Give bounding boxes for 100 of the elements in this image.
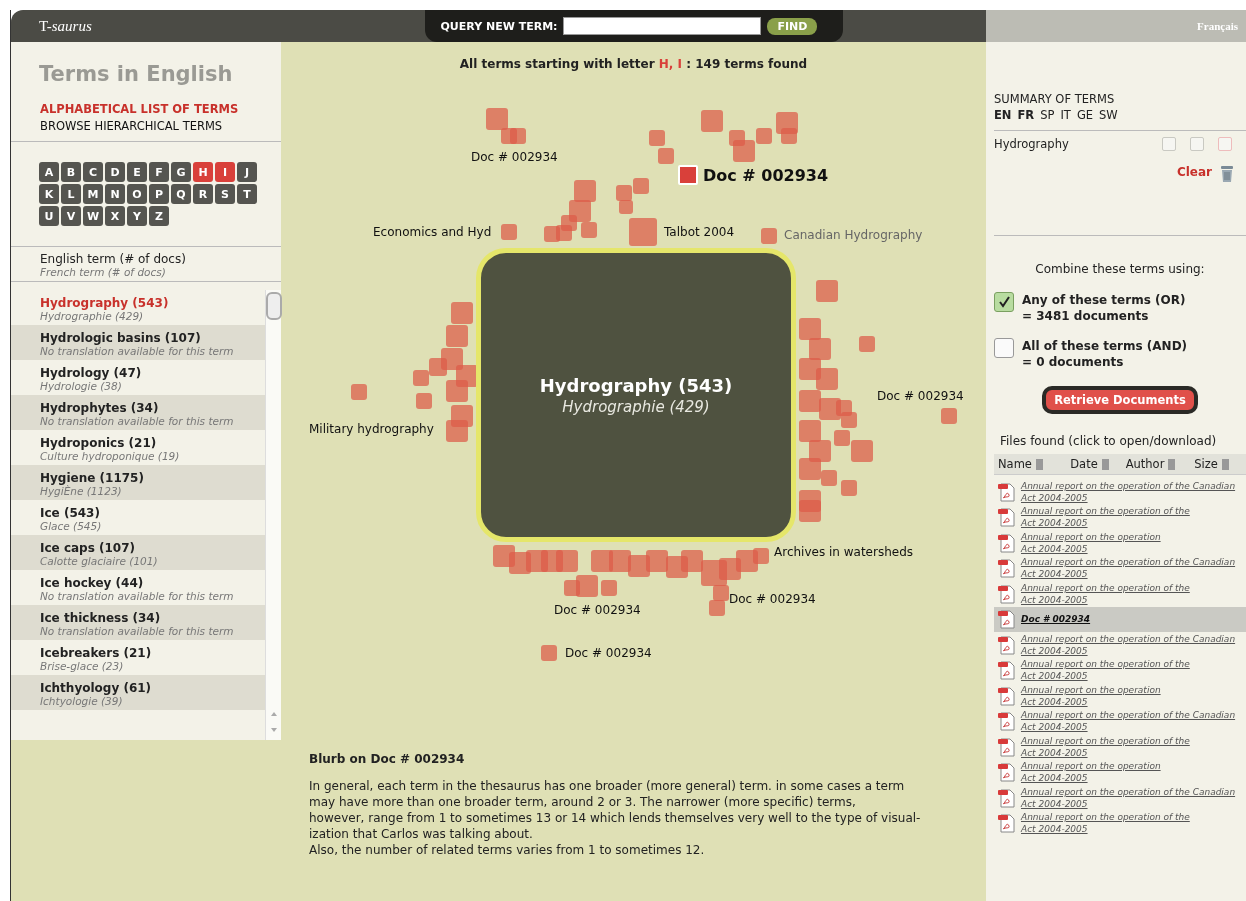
file-link[interactable]: Annual report on the operation of the Act 2004-2005	[1021, 505, 1190, 530]
sort-icon[interactable]	[1221, 458, 1229, 470]
letter-button[interactable]: H	[193, 162, 213, 182]
term-list-item[interactable]: Ice thickness (34) No translation available for this term	[11, 605, 265, 640]
file-link[interactable]: Annual report on the operation Act 2004-2005	[1021, 530, 1161, 555]
file-row[interactable]: Annual report on the operation of the Act 2004-2005	[994, 810, 1246, 836]
letter-button[interactable]: D	[105, 162, 125, 182]
language-tab[interactable]: GE	[1076, 108, 1094, 122]
term-checkbox[interactable]	[1190, 137, 1204, 151]
term-list-item[interactable]: Hygiene (1175) HygiÈne (1123)	[11, 465, 265, 500]
file-link[interactable]: Annual report on the operation of the Act 2004-2005	[1021, 811, 1190, 836]
letter-button[interactable]: R	[193, 184, 213, 204]
retrieve-button[interactable]: Retrieve Documents	[1042, 386, 1198, 414]
letter-button[interactable]: X	[105, 206, 125, 226]
file-link[interactable]: Annual report on the operation of the Act 2004-2005	[1021, 581, 1190, 606]
letter-button[interactable]: Z	[149, 206, 169, 226]
letter-button[interactable]: S	[215, 184, 235, 204]
file-row[interactable]: Annual report on the operation of the Act 2004-2005	[994, 734, 1246, 760]
file-row[interactable]: Annual report on the operation Act 2004-2005	[994, 530, 1246, 556]
letter-button[interactable]: K	[39, 184, 59, 204]
column-header[interactable]: Size	[1194, 457, 1218, 471]
file-row[interactable]: Annual report on the operation Act 2004-2005	[994, 759, 1246, 785]
scrollbar-thumb[interactable]	[265, 292, 282, 320]
term-list-item[interactable]: Hydroponics (21) Culture hydroponique (19)	[11, 430, 265, 465]
view-link[interactable]: ALPHABETICAL LIST OF TERMS	[40, 102, 281, 116]
letter-button[interactable]: E	[127, 162, 147, 182]
focus-term-node[interactable]: Hydrography (543) Hydrographie (429)	[476, 248, 796, 542]
term-list-item[interactable]: Hydrology (47) Hydrologie (38)	[11, 360, 265, 395]
term-list-item[interactable]: Ice caps (107) Calotte glaciaire (101)	[11, 535, 265, 570]
file-row[interactable]: Annual report on the operation Act 2004-2005	[994, 683, 1246, 709]
document-label[interactable]: Economics and Hyd	[373, 225, 492, 239]
letter-button[interactable]: F	[149, 162, 169, 182]
selected-document-square[interactable]	[678, 165, 698, 185]
letter-button[interactable]: G	[171, 162, 191, 182]
term-list-item[interactable]: Hydrophytes (34) No translation available for this term	[11, 395, 265, 430]
file-link[interactable]: Annual report on the operation of the Canadian Act 2004-2005	[1021, 785, 1236, 810]
letter-button[interactable]: Q	[171, 184, 191, 204]
letter-button[interactable]: Y	[127, 206, 147, 226]
file-row[interactable]: Annual report on the operation of the Canadian Act 2004-2005	[994, 479, 1246, 505]
document-label[interactable]: Doc # 002934	[554, 603, 641, 617]
document-label[interactable]: Doc # 002934	[565, 646, 652, 660]
column-header[interactable]: Date	[1070, 457, 1098, 471]
letter-button[interactable]: L	[61, 184, 81, 204]
file-link[interactable]: Annual report on the operation of the Canadian Act 2004-2005	[1021, 709, 1236, 734]
letter-button[interactable]: B	[61, 162, 81, 182]
language-tab[interactable]: SP	[1040, 108, 1055, 122]
language-tab[interactable]: IT	[1060, 108, 1071, 122]
language-tab[interactable]: SW	[1099, 108, 1118, 122]
letter-button[interactable]: O	[127, 184, 147, 204]
document-label[interactable]: Talbot 2004	[664, 225, 735, 239]
file-row[interactable]: Annual report on the operation of the Act 2004-2005	[994, 504, 1246, 530]
document-label[interactable]: Canadian Hydrography	[784, 228, 923, 242]
term-list-item[interactable]: Hydrography (543) Hydrographie (429)	[11, 290, 265, 325]
file-link[interactable]: Annual report on the operation of the Canadian Act 2004-2005	[1021, 479, 1236, 504]
term-checkbox[interactable]	[1162, 137, 1176, 151]
file-link[interactable]: Annual report on the operation of the Act 2004-2005	[1021, 658, 1190, 683]
language-tab[interactable]: EN	[994, 108, 1012, 122]
file-link[interactable]: Annual report on the operation Act 2004-2005	[1021, 760, 1161, 785]
query-input-field[interactable]	[563, 17, 762, 35]
file-row[interactable]: Annual report on the operation of the Act 2004-2005	[994, 581, 1246, 607]
letter-button[interactable]: T	[237, 184, 257, 204]
sort-icon[interactable]	[1101, 458, 1109, 470]
document-label[interactable]: Military hydrography	[309, 422, 434, 436]
file-row[interactable]: Annual report on the operation of the Canadian Act 2004-2005	[994, 555, 1246, 581]
file-row[interactable]: Annual report on the operation of the Canadian Act 2004-2005	[994, 632, 1246, 658]
letter-button[interactable]: A	[39, 162, 59, 182]
column-header[interactable]: Author	[1125, 457, 1165, 471]
term-list-item[interactable]: Ice (543) Glace (545)	[11, 500, 265, 535]
file-row[interactable]: Doc # 002934	[994, 606, 1246, 632]
clear-link[interactable]: Clear	[1176, 165, 1212, 179]
file-link[interactable]: Annual report on the operation Act 2004-2005	[1021, 683, 1161, 708]
file-link[interactable]: Annual report on the operation of the Canadian Act 2004-2005	[1021, 556, 1236, 581]
letter-button[interactable]: W	[83, 206, 103, 226]
letter-button[interactable]: V	[61, 206, 81, 226]
term-checkbox[interactable]	[1218, 137, 1232, 151]
file-link[interactable]: Doc # 002934	[1021, 613, 1091, 626]
document-label[interactable]: Doc # 002934	[703, 165, 829, 185]
trash-icon[interactable]	[1220, 165, 1234, 183]
letter-button[interactable]: U	[39, 206, 59, 226]
scrollbar[interactable]	[265, 290, 281, 740]
letter-button[interactable]: I	[215, 162, 235, 182]
letter-button[interactable]: M	[83, 184, 103, 204]
term-list-item[interactable]: Hydrologic basins (107) No translation available for this term	[11, 325, 265, 360]
file-link[interactable]: Annual report on the operation of the Act 2004-2005	[1021, 734, 1190, 759]
sort-icon[interactable]	[1035, 458, 1043, 470]
file-link[interactable]: Annual report on the operation of the Canadian Act 2004-2005	[1021, 632, 1236, 657]
term-list-item[interactable]: Ice hockey (44) No translation available for this term	[11, 570, 265, 605]
option-checkbox[interactable]	[994, 292, 1014, 312]
file-row[interactable]: Annual report on the operation of the Canadian Act 2004-2005	[994, 785, 1246, 811]
document-label[interactable]: Archives in watersheds	[774, 545, 914, 559]
file-row[interactable]: Annual report on the operation of the Canadian Act 2004-2005	[994, 708, 1246, 734]
term-list-item[interactable]: Icebreakers (21) Brise-glace (23)	[11, 640, 265, 675]
document-label[interactable]: Doc # 002934	[729, 592, 816, 606]
letter-button[interactable]: J	[237, 162, 257, 182]
option-checkbox[interactable]	[994, 338, 1014, 358]
letter-button[interactable]: P	[149, 184, 169, 204]
term-list-item[interactable]: Ichthyology (61) Ichtyologie (39)	[11, 675, 265, 710]
document-label[interactable]: Doc # 002934	[471, 150, 558, 164]
letter-button[interactable]: C	[83, 162, 103, 182]
document-label[interactable]: Doc # 002934	[877, 389, 964, 403]
